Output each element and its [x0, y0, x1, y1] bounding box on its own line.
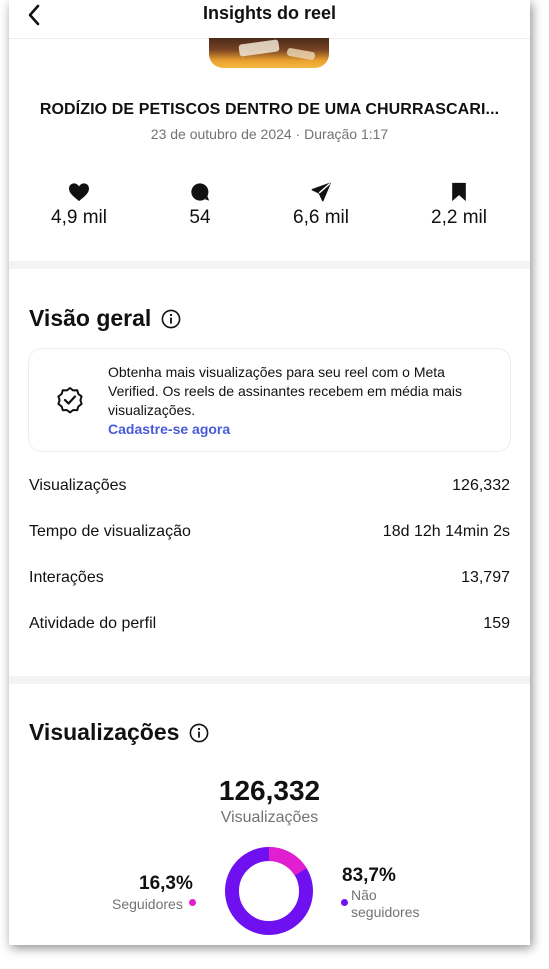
info-icon[interactable] — [189, 723, 209, 743]
followers-legend-dot — [189, 899, 196, 906]
divider — [9, 261, 530, 269]
metric-value: 159 — [483, 615, 510, 632]
heart-icon — [69, 183, 89, 202]
engagement-stats: 4,9 mil 54 6,6 mil 2,2 mil — [9, 180, 530, 240]
non-followers-percent: 83,7% — [342, 865, 396, 886]
reel-date-duration: 23 de outubro de 2024 · Duração 1:17 — [150, 126, 389, 142]
sign-up-link[interactable]: Cadastre-se agora — [108, 421, 230, 437]
promo-text: Obtenha mais visualizações para seu reel… — [108, 364, 463, 418]
non-followers-label-line1: Não — [351, 887, 377, 903]
verified-badge-icon — [55, 385, 85, 420]
followers-donut-chart — [225, 847, 313, 935]
bookmark-icon — [452, 182, 466, 202]
views-title: Visualizações — [29, 719, 180, 745]
non-followers-legend-dot — [341, 899, 348, 906]
reel-title: RODÍZIO DE PETISCOS DENTRO DE UMA CHURRA… — [39, 101, 500, 118]
non-followers-label-line2: seguidores — [351, 904, 420, 920]
followers-percent: 16,3% — [139, 873, 193, 894]
page-title: Insights do reel — [202, 3, 337, 23]
metric-label: Interações — [29, 569, 104, 586]
stat-saves: 2,2 mil — [409, 180, 509, 229]
saves-count: 2,2 mil — [431, 207, 487, 228]
views-heading: Visualizações — [29, 719, 209, 746]
header: Insights do reel — [9, 0, 530, 39]
metric-value: 18d 12h 14min 2s — [382, 523, 510, 540]
metric-label: Tempo de visualização — [29, 523, 191, 540]
stat-shares: 6,6 mil — [271, 180, 371, 229]
metric-label: Visualizações — [29, 477, 127, 494]
share-icon — [311, 182, 331, 202]
divider — [9, 676, 530, 684]
likes-count: 4,9 mil — [51, 207, 107, 228]
info-icon[interactable] — [161, 309, 181, 329]
meta-verified-promo: Obtenha mais visualizações para seu reel… — [28, 348, 511, 452]
shares-count: 6,6 mil — [293, 207, 349, 228]
insights-screen: Insights do reel RODÍZIO DE PETISCOS DEN… — [9, 0, 530, 945]
views-total-label: Visualizações — [220, 809, 319, 826]
comments-count: 54 — [189, 207, 211, 228]
comment-icon — [191, 183, 210, 201]
stat-likes: 4,9 mil — [29, 180, 129, 229]
overview-title: Visão geral — [29, 305, 152, 331]
metric-label: Atividade do perfil — [29, 615, 157, 632]
views-total: 126,332 — [218, 775, 321, 806]
reel-thumbnail[interactable] — [209, 38, 329, 68]
stat-comments: 54 — [150, 180, 250, 229]
metric-value: 13,797 — [461, 569, 510, 586]
followers-label: Seguidores — [112, 896, 183, 912]
metric-value: 126,332 — [452, 477, 510, 494]
overview-heading: Visão geral — [29, 305, 181, 332]
